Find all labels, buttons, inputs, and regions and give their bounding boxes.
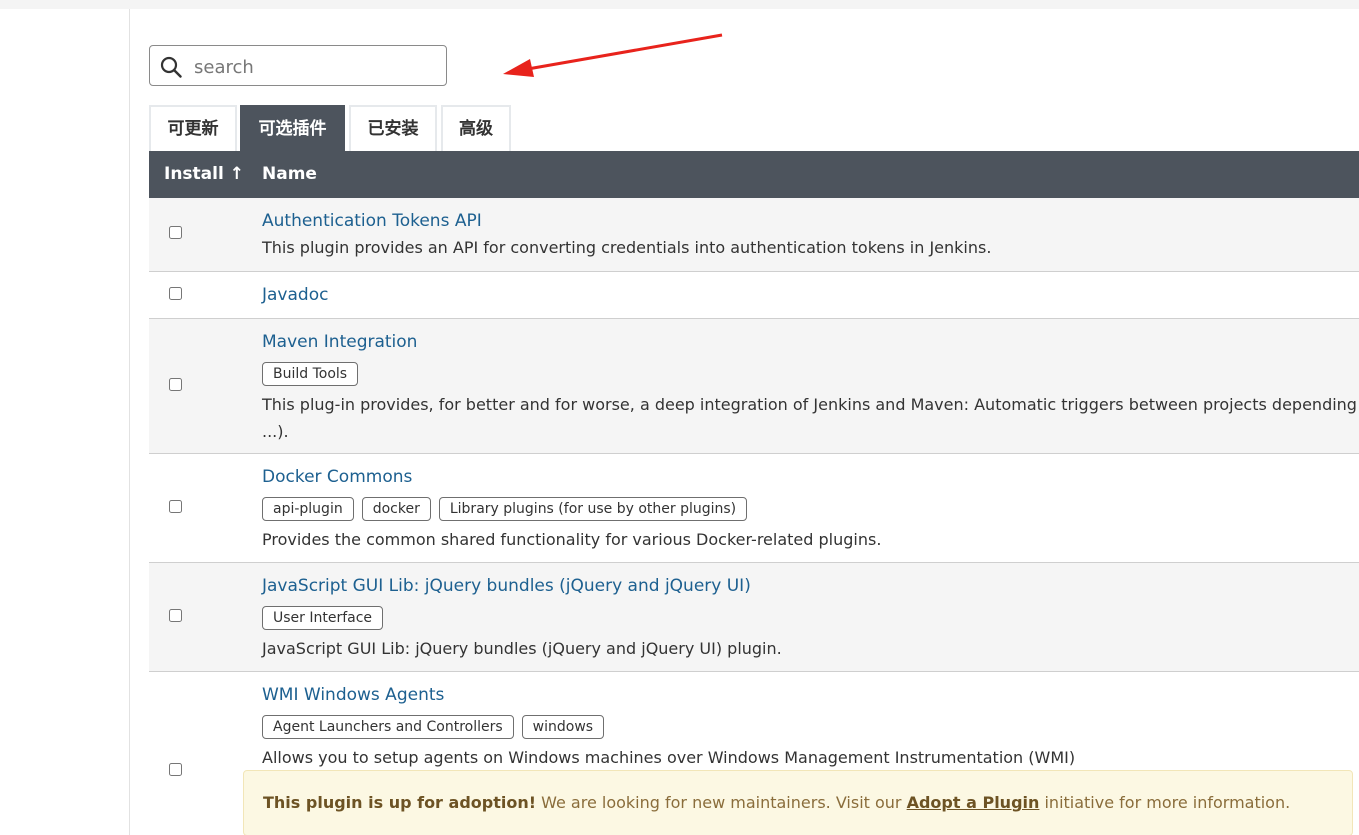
plugin-description: Provides the common shared functionality…	[262, 530, 882, 549]
search-box[interactable]	[149, 45, 447, 86]
adoption-text: We are looking for new maintainers. Visi…	[536, 793, 907, 812]
plugin-manager-content: 可更新 可选插件 已安装 高级 Install ↑ Name Authentic…	[130, 9, 1359, 835]
plugin-tags: api-plugin docker Library plugins (for use…	[262, 497, 755, 521]
table-header: Install ↑ Name	[149, 151, 1359, 198]
adopt-a-plugin-link[interactable]: Adopt a Plugin	[907, 793, 1040, 812]
tab-updates[interactable]: 可更新	[149, 105, 237, 151]
install-checkbox[interactable]	[169, 226, 182, 239]
plugin-tag[interactable]: Library plugins (for use by other plugin…	[438, 497, 748, 521]
tab-installed[interactable]: 已安装	[349, 105, 437, 151]
plugin-description: This plug-in provides, for better and fo…	[262, 395, 1359, 414]
tab-advanced[interactable]: 高级	[441, 105, 511, 151]
plugin-tags: Agent Launchers and Controllers windows	[262, 715, 612, 739]
plugin-name-link[interactable]: Javadoc	[262, 285, 328, 305]
column-header-name[interactable]: Name	[262, 164, 317, 184]
install-checkbox[interactable]	[169, 378, 182, 391]
plugin-tag[interactable]: User Interface	[262, 606, 384, 630]
plugin-description: Allows you to setup agents on Windows ma…	[262, 748, 1076, 767]
plugin-tag[interactable]: api-plugin	[262, 497, 354, 521]
plugin-description: This plugin provides an API for converti…	[262, 238, 992, 257]
annotation-arrow	[503, 33, 723, 77]
plugin-tag[interactable]: Agent Launchers and Controllers	[262, 715, 514, 739]
plugin-tags: User Interface	[262, 606, 391, 630]
adoption-text-after: initiative for more information.	[1039, 793, 1291, 812]
table-row: Authentication Tokens API This plugin pr…	[149, 198, 1359, 272]
plugin-name-link[interactable]: JavaScript GUI Lib: jQuery bundles (jQue…	[262, 576, 751, 596]
plugin-tags: Build Tools	[262, 362, 366, 386]
plugin-tag[interactable]: windows	[521, 715, 605, 739]
install-checkbox[interactable]	[169, 609, 182, 622]
plugin-name-link[interactable]: WMI Windows Agents	[262, 685, 444, 705]
plugin-name-link[interactable]: Docker Commons	[262, 467, 412, 487]
plugin-tag[interactable]: Build Tools	[262, 362, 359, 386]
search-input[interactable]	[192, 52, 436, 82]
plugin-description-continued: ...).	[262, 422, 289, 441]
adoption-heading: This plugin is up for adoption!	[263, 793, 537, 812]
install-checkbox[interactable]	[169, 763, 182, 776]
top-strip	[0, 0, 1359, 9]
tab-available[interactable]: 可选插件	[240, 105, 345, 151]
side-panel	[0, 9, 130, 835]
table-row: Javadoc	[149, 272, 1359, 319]
search-icon	[160, 56, 182, 78]
table-row: JavaScript GUI Lib: jQuery bundles (jQue…	[149, 563, 1359, 672]
plugin-name-link[interactable]: Authentication Tokens API	[262, 211, 482, 231]
adoption-notice: This plugin is up for adoption! We are l…	[243, 770, 1353, 835]
plugin-tag[interactable]: docker	[361, 497, 431, 521]
install-checkbox[interactable]	[169, 287, 182, 300]
column-header-install[interactable]: Install ↑	[164, 164, 244, 184]
table-row: Maven Integration Build Tools This plug-…	[149, 319, 1359, 454]
install-checkbox[interactable]	[169, 500, 182, 513]
plugin-name-link[interactable]: Maven Integration	[262, 332, 417, 352]
table-row: Docker Commons api-plugin docker Library p…	[149, 454, 1359, 563]
plugin-description: JavaScript GUI Lib: jQuery bundles (jQue…	[262, 639, 782, 658]
